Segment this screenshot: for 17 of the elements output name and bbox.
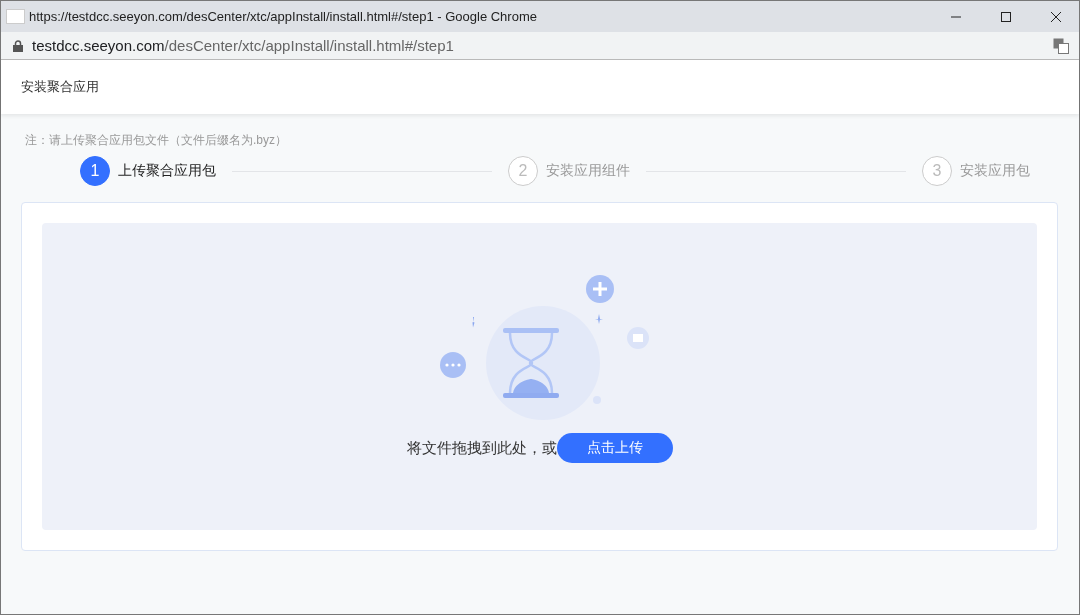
- close-icon[interactable]: [1050, 10, 1062, 23]
- drop-zone[interactable]: 将文件拖拽到此处，或 点击上传: [42, 223, 1037, 530]
- translate-icon[interactable]: [1053, 37, 1069, 54]
- window-title: https://testdcc.seeyon.com/desCenter/xtc/appInstall/install.html#/step1 - Google Chrome: [29, 9, 538, 24]
- step-number: 3: [922, 156, 952, 186]
- upload-button[interactable]: 点击上传: [556, 433, 673, 463]
- step-number: 2: [508, 156, 538, 186]
- step-number: 1: [80, 156, 110, 186]
- step-label: 上传聚合应用包: [118, 162, 216, 180]
- maximize-icon[interactable]: [1000, 10, 1012, 23]
- upload-note: 注：请上传聚合应用包文件（文件后缀名为.byz）: [24, 132, 288, 149]
- step-label: 安装应用组件: [546, 162, 630, 180]
- site-favicon: [6, 9, 25, 24]
- drop-hint: 将文件拖拽到此处，或: [406, 438, 557, 458]
- page-title: 安装聚合应用: [21, 78, 99, 96]
- lock-icon: [13, 39, 23, 52]
- step-label: 安装应用包: [960, 162, 1030, 180]
